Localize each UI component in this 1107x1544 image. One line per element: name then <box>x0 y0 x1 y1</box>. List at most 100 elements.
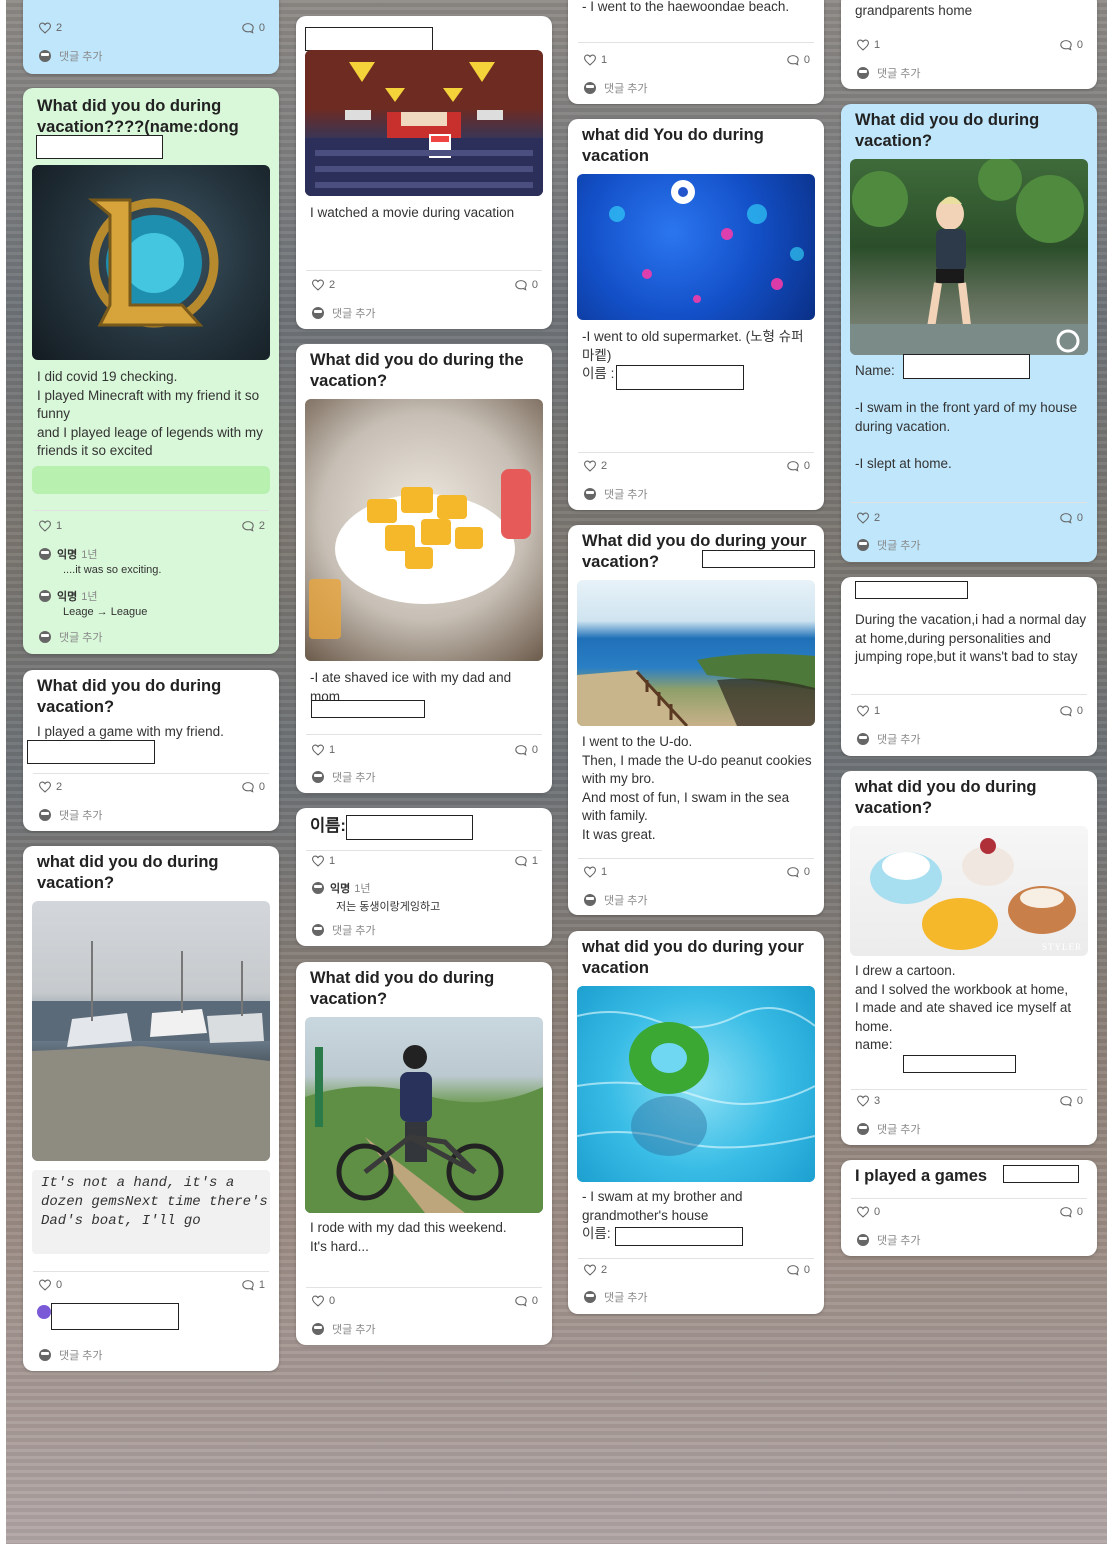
divider <box>851 502 1087 503</box>
image-watermark: STYLER <box>1041 942 1082 952</box>
user-avatar-icon <box>312 1323 324 1335</box>
heart-icon <box>38 520 52 532</box>
comment-item: 익명 1년 ....it was so exciting. <box>37 546 269 576</box>
divider <box>578 858 814 859</box>
add-comment-button[interactable]: 댓글 추가 <box>39 1347 103 1363</box>
add-comment-button[interactable]: 댓글 추가 <box>312 922 376 938</box>
add-comment-button[interactable]: 댓글 추가 <box>584 1289 648 1305</box>
like-button[interactable]: 1 <box>311 855 335 867</box>
user-avatar-icon <box>584 488 596 500</box>
post-card[interactable]: What did you do during the vacation? -I … <box>296 344 552 793</box>
comment-count: 0 <box>1059 705 1083 717</box>
like-button[interactable]: 2 <box>38 22 62 34</box>
like-button[interactable]: 2 <box>583 460 607 472</box>
add-comment-button[interactable]: 댓글 추가 <box>857 1121 921 1137</box>
heart-icon <box>311 279 325 291</box>
post-title: What did you do during vacation? <box>855 111 1040 150</box>
post-card[interactable]: what did you do during vacation? It's no… <box>23 846 279 1371</box>
add-comment-button[interactable]: 댓글 추가 <box>584 892 648 908</box>
redacted-name <box>36 135 163 159</box>
like-button[interactable]: 2 <box>38 781 62 793</box>
like-button[interactable]: 3 <box>856 1095 880 1107</box>
divider <box>306 734 542 735</box>
post-body: I went to the U-do. Then, I made the U-d… <box>582 734 812 842</box>
post-card[interactable]: grandparents home 1 0 댓글 추가 <box>841 0 1097 89</box>
user-avatar-icon <box>312 882 324 894</box>
add-comment-button[interactable]: 댓글 추가 <box>39 629 103 645</box>
like-button[interactable]: 2 <box>311 279 335 291</box>
divider <box>33 510 269 511</box>
post-image[interactable] <box>32 901 270 1161</box>
heart-icon <box>583 54 597 66</box>
like-button[interactable]: 0 <box>38 1279 62 1291</box>
add-comment-button[interactable]: 댓글 추가 <box>584 486 648 502</box>
heart-icon <box>583 460 597 472</box>
post-card[interactable]: 2 0 댓글 추가 <box>23 0 279 74</box>
redacted-title <box>305 27 433 51</box>
user-avatar-icon <box>857 1123 869 1135</box>
like-button[interactable]: 2 <box>856 512 880 524</box>
add-comment-button[interactable]: 댓글 추가 <box>857 65 921 81</box>
post-body: I rode with my dad this weekend. It's ha… <box>310 1220 507 1254</box>
post-image[interactable]: STYLER <box>850 826 1088 956</box>
post-title: what did You do during vacation <box>582 126 764 165</box>
divider <box>306 1287 542 1288</box>
comment-count: 0 <box>1059 1095 1083 1107</box>
like-button[interactable]: 1 <box>38 520 62 532</box>
post-card[interactable]: What did you do during vacation? I rode … <box>296 962 552 1345</box>
comment-count: 0 <box>786 460 810 472</box>
comment-count: 1 <box>514 855 538 867</box>
post-card[interactable]: I played a games 0 0 댓글 추가 <box>841 1160 1097 1256</box>
post-image[interactable] <box>305 1017 543 1213</box>
post-image[interactable] <box>305 399 543 661</box>
post-image[interactable] <box>577 580 815 726</box>
post-card[interactable]: What did you do during vacation????(name… <box>23 88 279 654</box>
like-button[interactable]: 0 <box>311 1295 335 1307</box>
post-image[interactable] <box>850 159 1088 355</box>
add-comment-button[interactable]: 댓글 추가 <box>857 731 921 747</box>
post-card[interactable]: - I went to the haewoondae beach. 1 0 댓글… <box>568 0 824 104</box>
add-comment-button[interactable]: 댓글 추가 <box>857 537 921 553</box>
heart-icon <box>856 1095 870 1107</box>
comment-count: 0 <box>1059 1206 1083 1218</box>
comment-bubble-icon <box>514 279 528 291</box>
like-button[interactable]: 1 <box>311 744 335 756</box>
like-button[interactable]: 0 <box>856 1206 880 1218</box>
add-comment-button[interactable]: 댓글 추가 <box>312 305 376 321</box>
post-card[interactable]: 이름: 1 1 익명 1년 저는 동생이랑게잉하고 댓글 추가 <box>296 808 552 946</box>
post-card[interactable]: During the vacation,i had a normal day a… <box>841 577 1097 756</box>
bicycle-photo <box>305 1045 543 1213</box>
add-comment-button[interactable]: 댓글 추가 <box>39 807 103 823</box>
post-image[interactable] <box>305 50 543 196</box>
post-image[interactable] <box>32 165 270 360</box>
post-image[interactable] <box>577 986 815 1182</box>
comment-bubble-icon <box>241 520 255 532</box>
divider <box>578 42 814 43</box>
post-body: - I went to the haewoondae beach. <box>582 0 790 14</box>
add-comment-button[interactable]: 댓글 추가 <box>312 1321 376 1337</box>
like-button[interactable]: 1 <box>856 705 880 717</box>
comment-bubble-icon <box>241 22 255 34</box>
post-card[interactable]: what did you do during your vacation - I… <box>568 931 824 1314</box>
post-card[interactable]: what did you do during vacation? STYLER … <box>841 771 1097 1145</box>
like-button[interactable]: 1 <box>583 866 607 878</box>
post-card[interactable]: What did you do during vacation? Name: -… <box>841 104 1097 562</box>
like-button[interactable]: 1 <box>583 54 607 66</box>
post-image[interactable] <box>577 174 815 320</box>
add-comment-button[interactable]: 댓글 추가 <box>39 48 103 64</box>
comment-item: 익명 1년 저는 동생이랑게잉하고 <box>310 880 542 914</box>
comment-count: 0 <box>1059 39 1083 51</box>
post-card[interactable]: What did you do during vacation? I playe… <box>23 670 279 831</box>
heart-icon <box>38 781 52 793</box>
like-button[interactable]: 1 <box>856 39 880 51</box>
like-button[interactable]: 2 <box>583 1264 607 1276</box>
post-body: I watched a movie during vacation <box>310 205 515 220</box>
add-comment-button[interactable]: 댓글 추가 <box>584 80 648 96</box>
add-comment-button[interactable]: 댓글 추가 <box>857 1232 921 1248</box>
post-card[interactable]: I watched a movie during vacation 2 0 댓글… <box>296 16 552 329</box>
user-avatar-icon <box>584 894 596 906</box>
post-card[interactable]: What did you do during your vacation? I … <box>568 525 824 915</box>
post-card[interactable]: what did You do during vacation -I went … <box>568 119 824 510</box>
add-comment-button[interactable]: 댓글 추가 <box>312 769 376 785</box>
post-title: what did you do during your vacation <box>582 938 804 977</box>
